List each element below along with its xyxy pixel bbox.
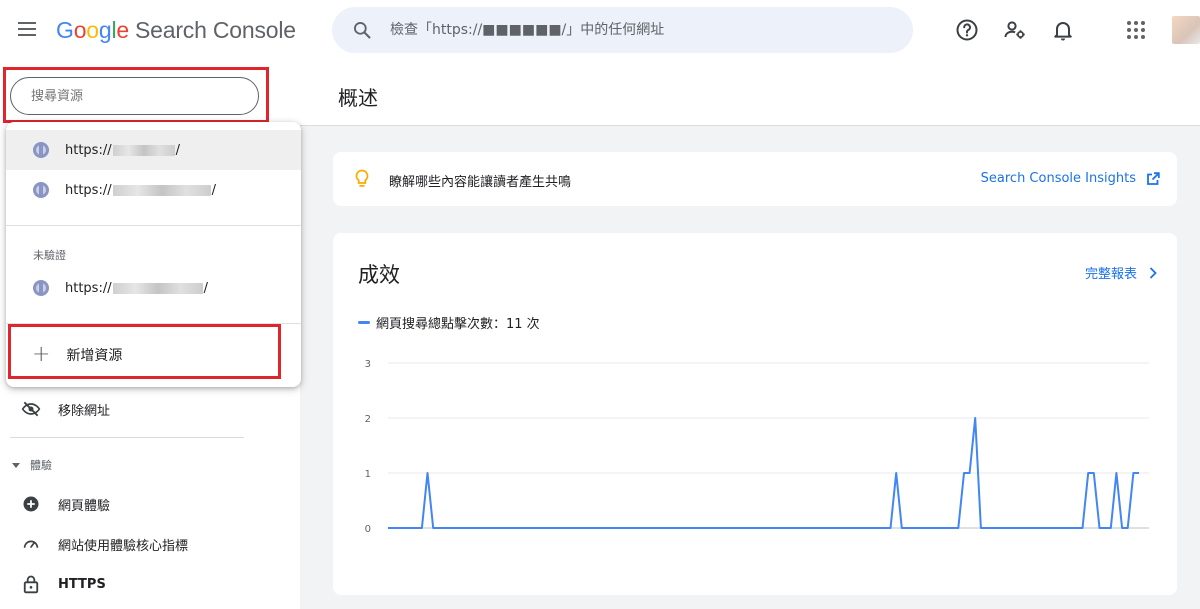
redacted-domain (112, 144, 175, 156)
manage-users-icon[interactable] (1003, 18, 1027, 42)
url-suffix: / (203, 280, 208, 296)
apps-grid-icon[interactable] (1124, 18, 1148, 42)
logo-letter: e (116, 17, 129, 43)
redacted-domain (112, 282, 203, 294)
unverified-label: 未驗證 (33, 249, 66, 262)
globe-icon (33, 142, 49, 158)
url-suffix: / (211, 182, 216, 198)
globe-icon (33, 280, 49, 296)
plus-circle-icon (20, 493, 42, 515)
search-icon (354, 22, 371, 39)
insights-card: 瞭解哪些內容能讓讀者產生共鳴 Search Console Insights (333, 152, 1177, 206)
page-title: 概述 (338, 86, 378, 110)
eye-off-icon (20, 398, 42, 420)
caret-down-icon (12, 462, 20, 468)
y-tick-label: 2 (365, 414, 371, 425)
sidebar-item-label: HTTPS (58, 576, 106, 592)
url-inspection-input[interactable] (390, 7, 890, 53)
insights-link-label: Search Console Insights (980, 171, 1136, 186)
y-tick-label: 3 (365, 359, 371, 370)
redacted-domain (112, 184, 211, 196)
chart-legend: 網頁搜尋總點擊次數：11 次 (358, 313, 540, 332)
sidebar-item-core-web-vitals[interactable]: 網站使用體驗核心指標 (0, 526, 188, 562)
url-prefix: https:// (65, 182, 112, 198)
performance-card: 成效 完整報表 網頁搜尋總點擊次數：11 次 0 1 2 3 (333, 233, 1177, 595)
help-icon[interactable] (955, 18, 979, 42)
full-report-label: 完整報表 (1084, 267, 1137, 282)
sidebar-item-label: 網站使用體驗核心指標 (58, 538, 189, 554)
sidebar-item-label: 移除網址 (58, 403, 111, 419)
highlight-box-add-property (8, 324, 281, 379)
property-option[interactable]: https:// / (6, 170, 301, 210)
legend-swatch (358, 321, 370, 324)
performance-title: 成效 (358, 263, 400, 287)
property-option-unverified[interactable]: https:// / (6, 268, 301, 308)
url-suffix: / (175, 142, 180, 158)
section-label: 體驗 (30, 459, 52, 472)
url-prefix: https:// (65, 142, 112, 158)
dropdown-divider (6, 225, 301, 226)
account-avatar[interactable] (1172, 16, 1200, 44)
globe-icon (33, 182, 49, 198)
property-url: https:// / (65, 183, 216, 198)
logo-letter: g (98, 17, 112, 43)
url-prefix: https:// (65, 280, 112, 296)
sidebar-item-label: 網頁體驗 (58, 498, 111, 514)
sidebar-divider (10, 437, 244, 438)
logo-letter: o (73, 17, 87, 43)
menu-icon[interactable] (18, 22, 38, 38)
logo-letter: G (56, 17, 74, 43)
property-url: https:// / (65, 143, 180, 158)
speedometer-icon (20, 533, 42, 555)
lightbulb-icon (355, 169, 369, 187)
y-tick-label: 1 (365, 469, 371, 480)
product-name: Search Console (135, 17, 296, 43)
section-experience-header[interactable]: 體驗 (12, 457, 52, 473)
clicks-line-chart: 0 1 2 3 (365, 359, 1149, 535)
full-report-link[interactable]: 完整報表 (1085, 263, 1157, 282)
open-in-new-icon (1147, 171, 1160, 185)
notifications-icon[interactable] (1051, 18, 1075, 42)
legend-label: 網頁搜尋總點擊次數：11 次 (376, 317, 540, 332)
google-search-console-logo[interactable]: Google Search Console (56, 17, 296, 44)
sidebar-item-page-experience[interactable]: 網頁體驗 (0, 486, 110, 522)
page-title-bar (300, 64, 1200, 126)
app-header: Google Search Console (0, 0, 1200, 64)
y-tick-label: 0 (365, 524, 371, 535)
sidebar-item-https[interactable]: HTTPS (0, 566, 106, 602)
logo-letter: o (86, 17, 99, 43)
highlight-box-property-search (3, 67, 269, 123)
chevron-right-icon (1149, 266, 1157, 279)
search-console-insights-link[interactable]: Search Console Insights (981, 171, 1160, 186)
property-option[interactable]: https:// / (6, 130, 301, 170)
lock-icon (20, 573, 42, 595)
url-inspection-search[interactable] (332, 7, 913, 53)
property-url: https:// / (65, 281, 208, 296)
sidebar-item-removals[interactable]: 移除網址 (0, 391, 110, 427)
insights-description: 瞭解哪些內容能讓讀者產生共鳴 (389, 175, 572, 190)
